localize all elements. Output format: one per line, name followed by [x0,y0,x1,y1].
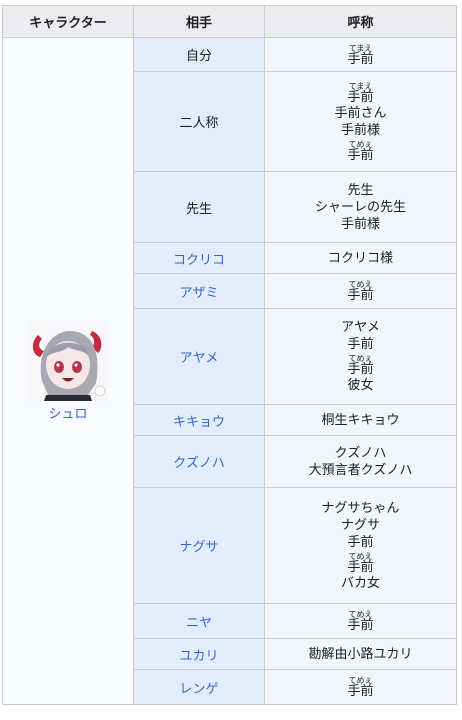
partner-link[interactable]: アヤメ [180,351,219,366]
callname-text: 手前 [347,147,374,163]
callname-text: 手前 [347,337,374,352]
callname-text: 手前様 [340,216,380,232]
partner-label: 二人称 [179,116,219,131]
call-cell: クズノハ 大預言者クズノハ [264,435,457,488]
callname-text: 桐生キキョウ [321,412,400,428]
call-cell: てめえ 手前 [264,603,457,639]
callname-text: 勘解由小路ユカリ [308,646,413,662]
callname-text: 手前 [347,51,374,67]
partner-cell: 先生 [133,171,265,243]
call-cell: アヤメ手前 てめぇ 手前 彼女 [264,308,457,405]
partner-label: 先生 [185,201,212,217]
partner-cell: コクリコ [133,242,265,274]
partner-cell: アザミ [133,273,265,309]
callname-text: 手前 [347,559,374,575]
partner-link[interactable]: ナグサ [179,540,218,555]
ruby-callname: てめえ 手前 [265,609,456,633]
callname-text: 手前 [347,288,374,303]
callname-text: アヤメ [341,320,380,335]
callname-text: 手前 [347,618,374,633]
callname-text: 手前さん [334,105,387,121]
ruby-callname: てめえ 手前 [265,551,456,575]
callname-text: ナグサちゃん [321,500,400,516]
callname-text: 手前 [347,684,374,699]
partner-link[interactable]: クズノハ [173,456,225,471]
call-cell: コクリコ様 [264,242,457,274]
shuro-portrait-icon[interactable] [28,320,108,401]
callname-text: シャーレの先生 [314,199,406,215]
ruby-callname: てまえ 手前 [265,81,456,105]
partner-cell: クズノハ [133,435,265,488]
partner-cell: レンゲ [133,669,265,705]
partner-cell: ナグサ [133,487,265,604]
header-partner: 相手 [133,5,265,38]
callname-text: 手前 [347,362,374,377]
partner-link[interactable]: キキョウ [173,415,225,430]
callname-text: 大預言者クズノハ [308,462,413,478]
partner-cell: ユカリ [133,638,265,670]
partner-cell: 自分 [133,37,265,72]
ruby-callname: てめぇ 手前 [265,675,456,699]
table-row: シュロ 自分 てまえ 手前 [2,37,457,705]
callname-text: 彼女 [347,378,374,393]
ruby-callname: てめえ 手前 [265,279,456,303]
partner-link[interactable]: コクリコ [173,253,225,268]
callname-text: クズノハ [334,445,387,461]
ruby-callname: てまえ 手前 [265,43,456,67]
header-call: 呼称 [264,5,457,38]
call-cell: ナグサちゃん ナグサ 手前 てめえ 手前 バカ女 [264,487,457,604]
call-cell: 桐生キキョウ [264,404,457,436]
header-character: キャラクター [2,5,134,38]
partner-cell: アヤメ [133,308,265,405]
partner-cell: 二人称 [133,71,265,172]
partner-cell: キキョウ [133,404,265,436]
call-cell: てまえ 手前 手前さん 手前様 てめぇ 手前 [264,71,457,172]
call-cell: 先生 シャーレの先生 手前様 [264,171,457,243]
partner-link[interactable]: アザミ [179,286,218,301]
callname-text: ナグサ [340,517,380,533]
partner-cell: ニヤ [133,603,265,639]
call-cell: てまえ 手前 [264,37,457,72]
callname-text: コクリコ様 [327,250,393,266]
partner-link[interactable]: ユカリ [179,649,218,664]
partner-label: 自分 [185,49,212,64]
partner-link[interactable]: レンゲ [179,682,218,697]
character-name-link[interactable]: シュロ [3,403,133,422]
call-cell: てめえ 手前 [264,273,457,309]
character-cell: シュロ [2,37,134,705]
callname-text: 先生 [347,182,374,198]
ruby-callname: てめぇ 手前 [265,139,456,163]
callname-text: 手前様 [340,122,380,138]
callname-text: バカ女 [340,575,380,591]
partner-link[interactable]: ニヤ [186,616,212,631]
callname-text: 手前 [347,534,374,550]
call-cell: 勘解由小路ユカリ [264,638,457,670]
ruby-callname: てめぇ 手前 [265,353,456,377]
callname-text: 手前 [347,89,374,105]
callname-table: キャラクター 相手 呼称 シュロ 自分 てまえ 手前 二人称 てまえ 手前 手前さん 手前様 てめ… [2,5,457,705]
call-cell: てめぇ 手前 [264,669,457,705]
